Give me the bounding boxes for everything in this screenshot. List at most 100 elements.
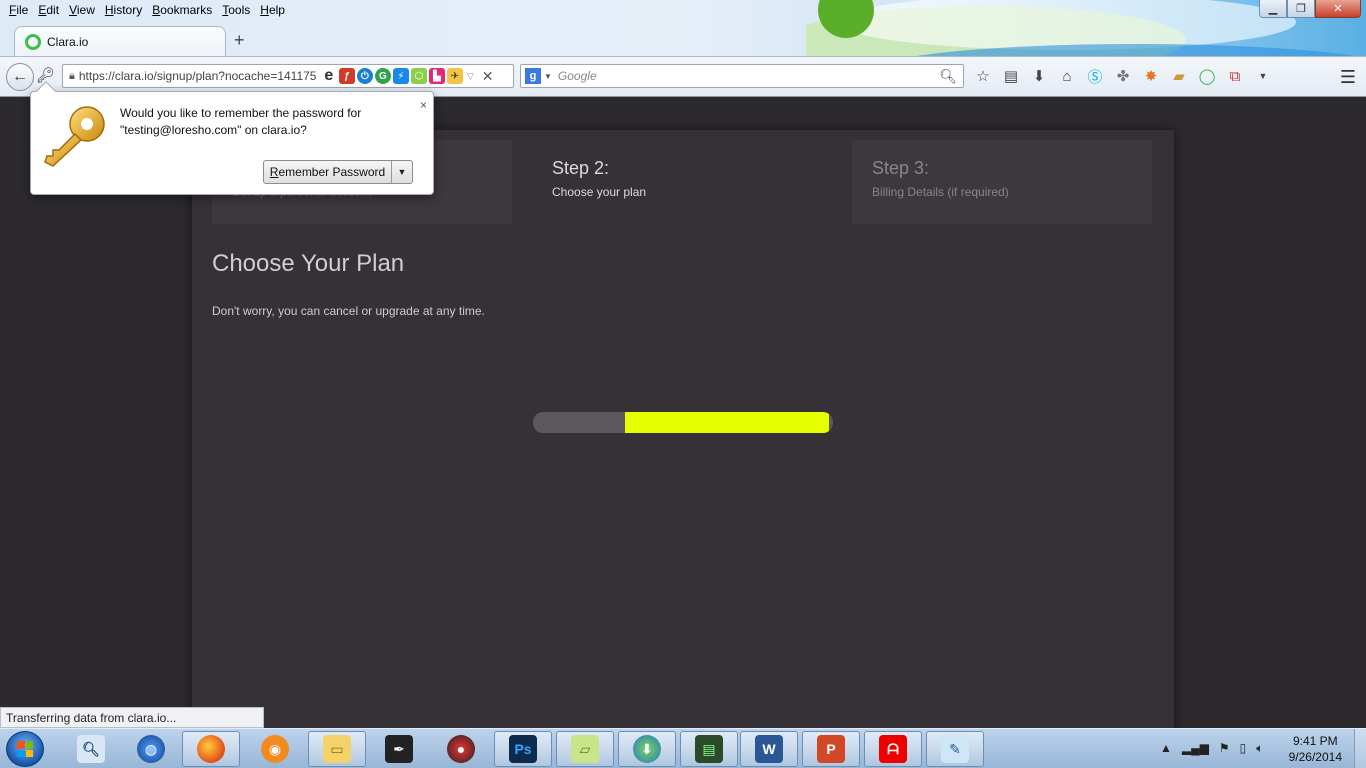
taskbar-word[interactable]: W <box>740 731 798 767</box>
tab-title: Clara.io <box>47 34 89 49</box>
taskbar-photoshop[interactable]: Ps <box>494 731 552 767</box>
clara-favicon-icon <box>25 33 41 50</box>
coupon-icon[interactable]: ƒ <box>338 68 355 84</box>
taskbar-ufo[interactable]: ● <box>432 731 490 767</box>
taskbar-blender[interactable]: ◉ <box>246 731 304 767</box>
menu-help[interactable]: Help <box>255 0 290 20</box>
translate-dropdown-icon[interactable]: ▼ <box>1254 67 1272 85</box>
step-2-title: Step 2: <box>552 158 610 178</box>
menu-bookmarks[interactable]: Bookmarks <box>147 0 217 20</box>
monitor-icon: ▤ <box>695 735 723 763</box>
acrobat-icon: ᗩ <box>879 735 907 763</box>
plane-icon[interactable]: ✈ <box>446 68 463 84</box>
url-text[interactable]: https://clara.io/signup/plan?nocache=141… <box>79 69 317 83</box>
windows-flag-icon <box>17 741 33 757</box>
clock-date: 9/26/2014 <box>1288 750 1342 764</box>
tab-strip: Clara.io + <box>0 24 1366 56</box>
menu-view[interactable]: View <box>64 0 100 20</box>
battery-icon[interactable]: ▯ <box>1240 741 1247 756</box>
file-explorer-icon: ▭ <box>323 735 351 763</box>
remember-password-label[interactable]: Remember Password <box>264 161 392 183</box>
taskbar-notepad[interactable]: ✎ <box>926 731 984 767</box>
taskbar-search-explorer[interactable]: 🔍︎ <box>62 731 120 767</box>
action-center-flag-icon[interactable]: ⚑ <box>1219 741 1230 756</box>
clock-time: 9:41 PM <box>1292 734 1338 748</box>
hexagon-icon[interactable]: ⬡ <box>410 68 427 84</box>
taskbar-monitor[interactable]: ▤ <box>680 731 738 767</box>
maximize-button[interactable]: ❐ <box>1287 0 1315 18</box>
menu-history[interactable]: History <box>100 0 147 20</box>
network-signal-icon[interactable]: ▂▄▆ <box>1182 741 1209 756</box>
stairs-icon[interactable]: ▙ <box>428 68 445 84</box>
star-icon[interactable]: ☆ <box>974 67 992 85</box>
url-bar[interactable]: 🔒︎ https://clara.io/signup/plan?nocache=… <box>62 64 514 88</box>
ie-tab-icon[interactable]: e <box>320 67 337 84</box>
search-bar[interactable]: g ▼ Google 🔍︎ <box>520 64 964 88</box>
globe-icon: ◍ <box>137 735 165 763</box>
popup-close-icon[interactable]: × <box>420 98 427 112</box>
power-icon[interactable]: ⏻ <box>356 68 373 84</box>
g-green-icon[interactable]: G <box>374 68 391 84</box>
stop-icon[interactable]: ✕ <box>482 68 494 85</box>
windows-taskbar: 🔍︎ ◍ ◉ ▭ ✒ ● Ps ▱ ⬇ ▤ W P ᗩ ✎ ▲ ▂▄▆ ⚑ ▯ … <box>0 728 1366 768</box>
bookmark-icon[interactable]: ▰ <box>1170 67 1188 85</box>
new-tab-button[interactable]: + <box>234 30 245 51</box>
taskbar-firefox[interactable] <box>182 731 240 767</box>
ufo-icon: ● <box>447 735 475 763</box>
addon-icon[interactable]: ✤ <box>1114 67 1132 85</box>
url-dropdown-icon[interactable]: ▽ <box>467 71 474 82</box>
taskbar-clock[interactable]: 9:41 PM 9/26/2014 <box>1289 733 1342 765</box>
taskbar-acrobat[interactable]: ᗩ <box>864 731 922 767</box>
download-manager-icon: ⬇ <box>633 735 661 763</box>
remember-password-dropdown-icon[interactable]: ▼ <box>392 167 412 177</box>
gold-key-icon <box>44 106 105 167</box>
step-2-subtitle: Choose your plan <box>552 185 647 199</box>
remember-password-button[interactable]: Remember Password ▼ <box>263 160 413 184</box>
close-window-button[interactable]: ✕ <box>1315 0 1361 18</box>
taskbar-globe[interactable]: ◍ <box>122 731 180 767</box>
search-magnifier-icon[interactable]: 🔍︎ <box>939 68 957 85</box>
lock-icon: 🔒︎ <box>69 69 75 82</box>
download-icon[interactable]: ⬇ <box>1030 67 1048 85</box>
firefox-icon <box>197 735 225 763</box>
minimize-icon: ▁ <box>1268 3 1278 15</box>
tray-expand-icon[interactable]: ▲ <box>1160 741 1172 756</box>
step-3: Step 3: Billing Details (if required) <box>852 140 1152 224</box>
search-engine-dropdown-icon[interactable]: ▼ <box>544 72 552 81</box>
plan-note: Don't worry, you can cancel or upgrade a… <box>212 304 485 318</box>
taskbar-file-explorer[interactable]: ▭ <box>308 731 366 767</box>
lightning-icon[interactable]: ⚡ <box>392 68 409 84</box>
firebug-icon[interactable]: ✸ <box>1142 67 1160 85</box>
step-3-title: Step 3: <box>872 158 930 178</box>
powerpoint-icon: P <box>817 735 845 763</box>
menu-edit[interactable]: Edit <box>33 0 64 20</box>
taskbar-folders[interactable]: ▱ <box>556 731 614 767</box>
toolbar-icons: ☆ ▤ ⬇ ⌂ Ⓢ ✤ ✸ ▰ ◯ ⧉ ▼ <box>974 67 1272 86</box>
refresh-green-icon[interactable]: ◯ <box>1198 67 1216 85</box>
skype-icon[interactable]: Ⓢ <box>1086 67 1104 86</box>
windows-start-icon[interactable] <box>6 731 44 767</box>
reading-list-icon[interactable]: ▤ <box>1002 67 1020 85</box>
minimize-button[interactable]: ▁ <box>1259 0 1287 18</box>
remember-password-popup: Would you like to remember the password … <box>30 81 434 195</box>
google-search-engine-icon[interactable]: g <box>525 68 541 84</box>
menu-file[interactable]: File <box>4 0 33 20</box>
taskbar-download-manager[interactable]: ⬇ <box>618 731 676 767</box>
show-desktop-button[interactable] <box>1354 729 1366 768</box>
taskbar-inkscape[interactable]: ✒ <box>370 731 428 767</box>
back-button[interactable]: ← <box>6 63 34 91</box>
page-title: Choose Your Plan <box>212 250 405 277</box>
menu-tools[interactable]: Tools <box>217 0 255 20</box>
volume-icon[interactable]: 🔈︎ <box>1256 741 1263 756</box>
home-icon[interactable]: ⌂ <box>1058 67 1076 85</box>
search-input[interactable]: Google <box>558 69 939 83</box>
photoshop-icon: Ps <box>509 735 537 763</box>
hamburger-menu-icon[interactable]: ☰ <box>1340 67 1356 88</box>
addon-icons: e ƒ ⏻ G ⚡ ⬡ ▙ ✈ <box>320 67 463 84</box>
system-tray: ▲ ▂▄▆ ⚑ ▯ 🔈︎ <box>1160 741 1263 756</box>
step-3-subtitle: Billing Details (if required) <box>872 185 1009 199</box>
translate-icon[interactable]: ⧉ <box>1226 67 1244 85</box>
tab-clara[interactable]: Clara.io <box>14 26 226 56</box>
taskbar-powerpoint[interactable]: P <box>802 731 860 767</box>
status-bar: Transferring data from clara.io... <box>0 707 264 728</box>
